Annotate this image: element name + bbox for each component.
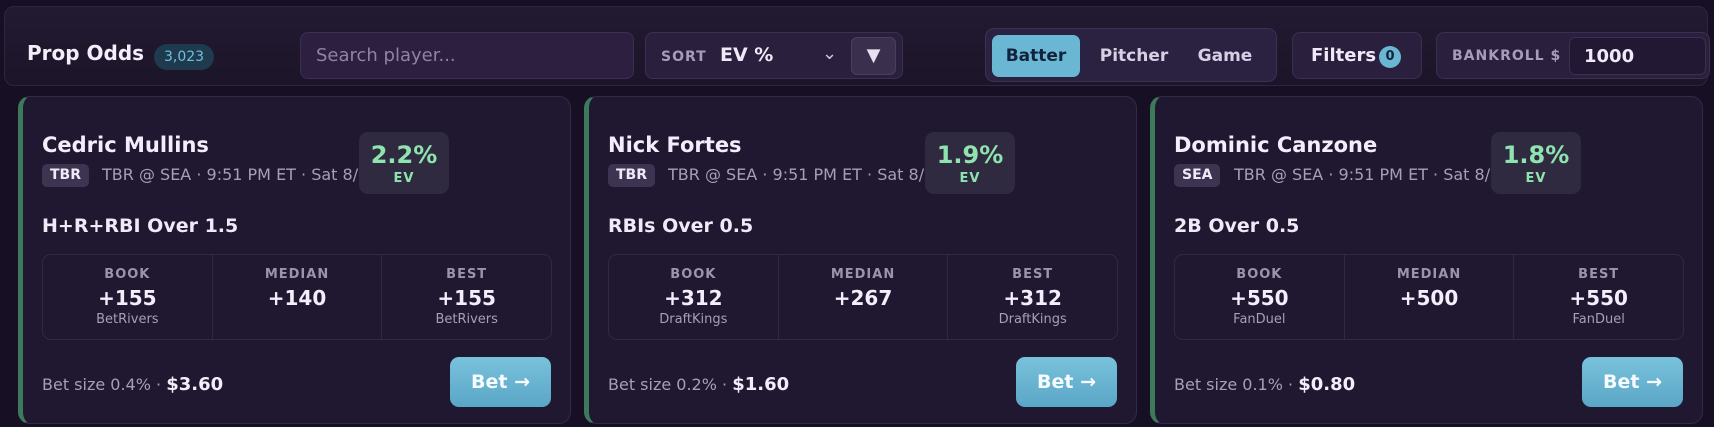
market-label: 2B Over 0.5 bbox=[1174, 215, 1300, 237]
odds-median: MEDIAN +140 bbox=[213, 255, 383, 339]
sportsbook-name: BetRivers bbox=[96, 312, 159, 327]
odds-label: BOOK bbox=[670, 267, 717, 282]
odds-grid: BOOK +312 DraftKings MEDIAN +267 BEST +3… bbox=[608, 254, 1118, 340]
market-label: H+R+RBI Over 1.5 bbox=[42, 215, 239, 237]
prop-card: Dominic Canzone SEA TBR @ SEA · 9:51 PM … bbox=[1150, 96, 1703, 424]
odds-value: +312 bbox=[664, 286, 723, 310]
ev-label: EV bbox=[1525, 171, 1547, 186]
prop-card: Nick Fortes TBR TBR @ SEA · 9:51 PM ET ·… bbox=[584, 96, 1137, 424]
search-input[interactable] bbox=[300, 32, 634, 79]
odds-best: BEST +550 FanDuel bbox=[1514, 255, 1683, 339]
prop-card: Cedric Mullins TBR TBR @ SEA · 9:51 PM E… bbox=[18, 96, 571, 424]
odds-best: BEST +155 BetRivers bbox=[382, 255, 551, 339]
player-type-tabs: Batter Pitcher Game bbox=[985, 28, 1277, 82]
page-title: Prop Odds bbox=[27, 41, 145, 65]
odds-label: MEDIAN bbox=[264, 267, 330, 282]
prop-card-list: Cedric Mullins TBR TBR @ SEA · 9:51 PM E… bbox=[0, 96, 1714, 427]
player-name: Nick Fortes bbox=[608, 133, 742, 157]
odds-value: +500 bbox=[1399, 286, 1459, 310]
odds-best: BEST +312 DraftKings bbox=[948, 255, 1117, 339]
team-badge: SEA bbox=[1174, 164, 1221, 187]
odds-label: MEDIAN bbox=[830, 267, 896, 282]
bet-size: Bet size 0.4% · $3.60 bbox=[42, 374, 223, 395]
sportsbook-name: DraftKings bbox=[659, 312, 728, 327]
sort-select[interactable]: SORT EV % ⌄ ▼ bbox=[645, 32, 903, 79]
bet-size-text: Bet size 0.1% · bbox=[1174, 375, 1294, 394]
bet-size-text: Bet size 0.2% · bbox=[608, 375, 728, 394]
bankroll-label: BANKROLL $ bbox=[1452, 48, 1562, 64]
bet-button[interactable]: Bet → bbox=[450, 357, 551, 407]
game-info: TBR @ SEA · 9:51 PM ET · Sat 8/8 bbox=[668, 165, 935, 184]
ev-value: 1.9% bbox=[936, 141, 1004, 169]
tab-pitcher[interactable]: Pitcher bbox=[1088, 35, 1180, 77]
result-count-badge: 3,023 bbox=[154, 44, 215, 70]
bet-size-amount: $1.60 bbox=[732, 374, 790, 395]
sportsbook-name: DraftKings bbox=[998, 312, 1067, 327]
sportsbook-name: FanDuel bbox=[1233, 312, 1286, 327]
bet-size-amount: $3.60 bbox=[166, 374, 224, 395]
odds-value: +140 bbox=[267, 286, 327, 310]
game-info: TBR @ SEA · 9:51 PM ET · Sat 8/8 bbox=[1234, 165, 1501, 184]
filters-count-badge: 0 bbox=[1379, 46, 1401, 68]
odds-label: BEST bbox=[1012, 267, 1054, 282]
tab-game[interactable]: Game bbox=[1182, 35, 1268, 77]
ev-label: EV bbox=[393, 171, 415, 186]
bankroll-input[interactable] bbox=[1569, 37, 1706, 75]
game-info: TBR @ SEA · 9:51 PM ET · Sat 8/8 bbox=[102, 165, 369, 184]
odds-grid: BOOK +550 FanDuel MEDIAN +500 BEST +550 … bbox=[1174, 254, 1684, 340]
bet-size-text: Bet size 0.4% · bbox=[42, 375, 162, 394]
player-name: Cedric Mullins bbox=[42, 133, 209, 157]
market-label: RBIs Over 0.5 bbox=[608, 215, 754, 237]
odds-book: BOOK +550 FanDuel bbox=[1175, 255, 1345, 339]
odds-label: BEST bbox=[446, 267, 488, 282]
odds-book: BOOK +155 BetRivers bbox=[43, 255, 213, 339]
player-name: Dominic Canzone bbox=[1174, 133, 1378, 157]
ev-badge: 2.2% EV bbox=[359, 132, 449, 194]
odds-grid: BOOK +155 BetRivers MEDIAN +140 BEST +15… bbox=[42, 254, 552, 340]
team-badge: TBR bbox=[608, 164, 656, 187]
top-toolbar: Prop Odds 3,023 SORT EV % ⌄ ▼ Batter Pit… bbox=[4, 6, 1710, 86]
ev-value: 2.2% bbox=[370, 141, 438, 169]
odds-value: +550 bbox=[1230, 286, 1289, 310]
odds-value: +312 bbox=[1003, 286, 1062, 310]
odds-value: +155 bbox=[98, 286, 157, 310]
odds-median: MEDIAN +267 bbox=[779, 255, 949, 339]
bet-size: Bet size 0.2% · $1.60 bbox=[608, 374, 789, 395]
ev-badge: 1.9% EV bbox=[925, 132, 1015, 194]
odds-label: MEDIAN bbox=[1396, 267, 1462, 282]
ev-label: EV bbox=[959, 171, 981, 186]
team-badge: TBR bbox=[42, 164, 90, 187]
odds-label: BEST bbox=[1578, 267, 1620, 282]
ev-badge: 1.8% EV bbox=[1491, 132, 1581, 194]
odds-value: +155 bbox=[437, 286, 496, 310]
sort-direction-button[interactable]: ▼ bbox=[851, 37, 896, 75]
odds-median: MEDIAN +500 bbox=[1345, 255, 1515, 339]
filters-label: Filters bbox=[1311, 45, 1377, 66]
sportsbook-name: BetRivers bbox=[435, 312, 498, 327]
bet-size-amount: $0.80 bbox=[1298, 374, 1356, 395]
odds-value: +267 bbox=[833, 286, 893, 310]
odds-value: +550 bbox=[1569, 286, 1628, 310]
odds-label: BOOK bbox=[104, 267, 151, 282]
odds-label: BOOK bbox=[1236, 267, 1283, 282]
bet-button[interactable]: Bet → bbox=[1016, 357, 1117, 407]
ev-value: 1.8% bbox=[1502, 141, 1570, 169]
sort-label: SORT bbox=[661, 49, 707, 65]
chevron-down-icon[interactable]: ⌄ bbox=[822, 43, 837, 64]
sort-value: EV % bbox=[720, 44, 774, 66]
tab-batter[interactable]: Batter bbox=[992, 35, 1080, 77]
bet-size: Bet size 0.1% · $0.80 bbox=[1174, 374, 1355, 395]
odds-book: BOOK +312 DraftKings bbox=[609, 255, 779, 339]
bet-button[interactable]: Bet → bbox=[1582, 357, 1683, 407]
sportsbook-name: FanDuel bbox=[1572, 312, 1625, 327]
bankroll-field: BANKROLL $ bbox=[1436, 32, 1710, 79]
filters-button[interactable]: Filters 0 bbox=[1292, 32, 1422, 79]
